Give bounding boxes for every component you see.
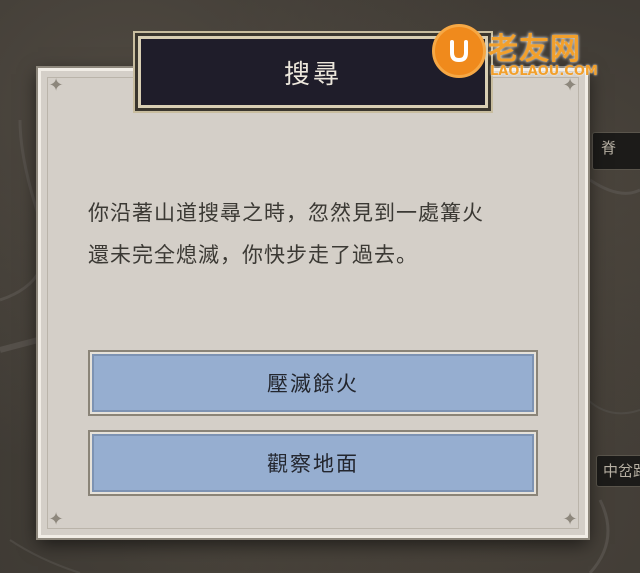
watermark-logo-icon — [432, 24, 486, 78]
message-line: 還未完全熄滅，你快步走了過去。 — [88, 243, 418, 267]
dialog-message: 你沿著山道搜尋之時，忽然見到一處篝火 還未完全熄滅，你快步走了過去。 — [88, 192, 548, 276]
map-location-label[interactable]: 脊 — [592, 132, 640, 170]
dialog-title: 搜尋 — [283, 59, 342, 90]
ornament-icon: ✦ — [48, 509, 64, 530]
ornament-icon: ✦ — [48, 75, 64, 96]
message-line: 你沿著山道搜尋之時，忽然見到一處篝火 — [88, 201, 484, 225]
watermark-subtitle: LAOLAOU.COM — [490, 64, 598, 79]
choice-label: 壓滅餘火 — [267, 372, 359, 396]
ornament-icon: ✦ — [562, 509, 578, 530]
watermark-title: 老友网 — [488, 32, 581, 67]
watermark: 老友网 LAOLAOU.COM — [432, 20, 632, 90]
choice-button-observe-ground[interactable]: 觀察地面 — [90, 432, 536, 494]
choice-button-extinguish-fire[interactable]: 壓滅餘火 — [90, 352, 536, 414]
map-location-label[interactable]: 中岔路 — [596, 455, 640, 487]
choice-label: 觀察地面 — [267, 452, 359, 476]
